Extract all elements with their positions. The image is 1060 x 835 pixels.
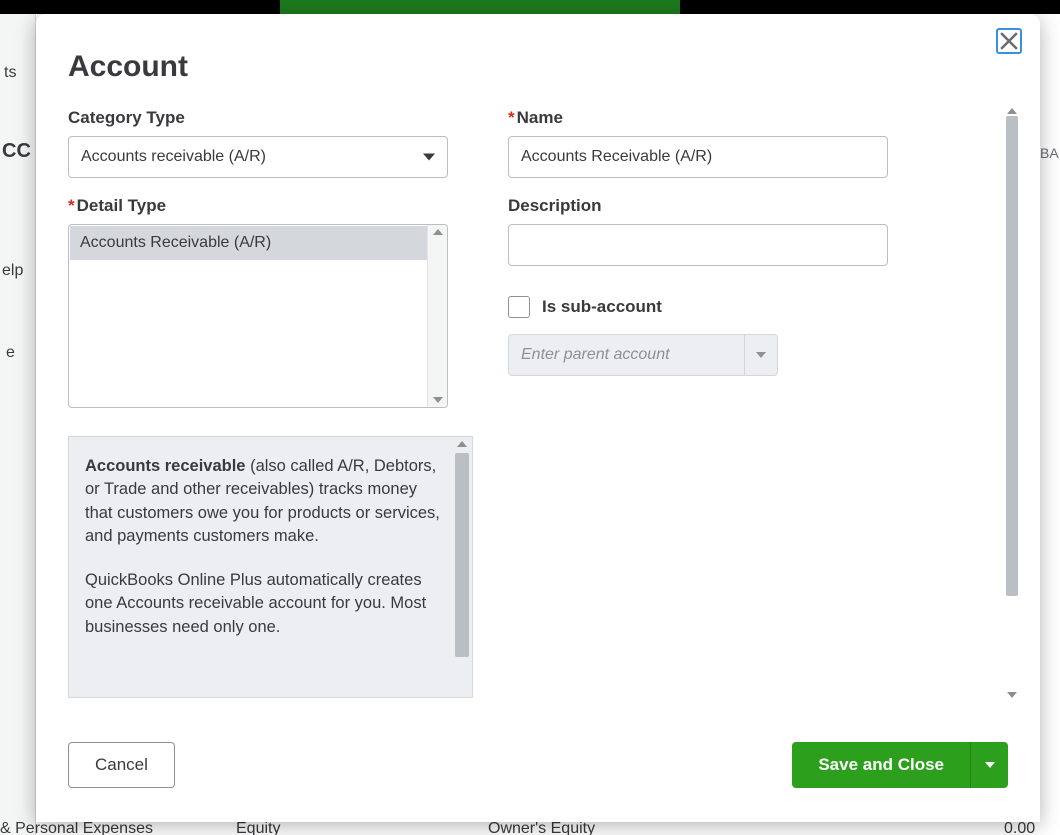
account-modal: Account Category Type Accounts receivabl…	[36, 14, 1040, 822]
scroll-up-icon[interactable]	[1007, 108, 1017, 114]
parent-account-placeholder: Enter parent account	[521, 346, 670, 364]
name-field: *Name	[508, 108, 888, 178]
detail-type-label: *Detail Type	[68, 196, 448, 216]
chevron-down-icon	[756, 352, 766, 358]
close-icon	[1000, 32, 1018, 50]
parent-account-select[interactable]: Enter parent account	[508, 334, 778, 376]
chevron-down-icon	[985, 762, 995, 768]
detail-type-field: *Detail Type Accounts Receivable (A/R)	[68, 196, 448, 408]
detail-type-listbox[interactable]: Accounts Receivable (A/R)	[68, 224, 448, 408]
subaccount-label: Is sub-account	[542, 297, 662, 317]
category-type-field: Category Type Accounts receivable (A/R)	[68, 108, 448, 178]
subaccount-row: Is sub-account	[508, 296, 888, 318]
scroll-up-icon[interactable]	[433, 229, 443, 235]
background-sidebar: ts CC elp e	[0, 14, 36, 835]
detail-type-help: Accounts receivable (also called A/R, De…	[68, 436, 473, 698]
scrollbar-thumb[interactable]	[1006, 116, 1018, 596]
save-and-close-button[interactable]: Save and Close	[792, 742, 970, 788]
helpbox-scrollbar[interactable]	[452, 437, 472, 697]
name-label: *Name	[508, 108, 888, 128]
description-label: Description	[508, 196, 888, 216]
detail-type-option[interactable]: Accounts Receivable (A/R)	[70, 226, 446, 260]
description-input[interactable]	[508, 224, 888, 266]
close-button[interactable]	[996, 28, 1022, 54]
modal-body: Category Type Accounts receivable (A/R) …	[36, 108, 1040, 722]
save-dropdown-button[interactable]	[970, 742, 1008, 788]
scrollbar-track[interactable]	[1006, 116, 1018, 690]
modal-header: Account	[36, 14, 1040, 108]
scroll-down-icon[interactable]	[1007, 692, 1017, 698]
category-type-label: Category Type	[68, 108, 448, 128]
listbox-scrollbar[interactable]	[427, 225, 447, 407]
modal-title: Account	[68, 50, 1008, 84]
background-green-highlight	[280, 0, 680, 14]
parent-account-dropdown-button[interactable]	[744, 334, 778, 376]
modal-footer: Cancel Save and Close	[36, 722, 1040, 822]
scroll-up-icon[interactable]	[457, 441, 467, 447]
name-input[interactable]	[508, 136, 888, 178]
description-field: Description	[508, 196, 888, 266]
help-text: Accounts receivable (also called A/R, De…	[85, 455, 444, 639]
scrollbar-thumb[interactable]	[455, 453, 469, 657]
save-button-group: Save and Close	[792, 742, 1008, 788]
category-type-value: Accounts receivable (A/R)	[81, 148, 266, 166]
parent-account-input[interactable]: Enter parent account	[508, 334, 744, 376]
cancel-button[interactable]: Cancel	[68, 742, 175, 788]
modal-body-scrollbar[interactable]	[1004, 108, 1020, 698]
left-column: Category Type Accounts receivable (A/R) …	[68, 108, 448, 698]
chevron-down-icon	[423, 154, 435, 161]
right-column: *Name Description Is sub-account Enter p…	[508, 108, 888, 698]
subaccount-checkbox[interactable]	[508, 296, 530, 318]
scroll-down-icon[interactable]	[433, 397, 443, 403]
category-type-select[interactable]: Accounts receivable (A/R)	[68, 136, 448, 178]
